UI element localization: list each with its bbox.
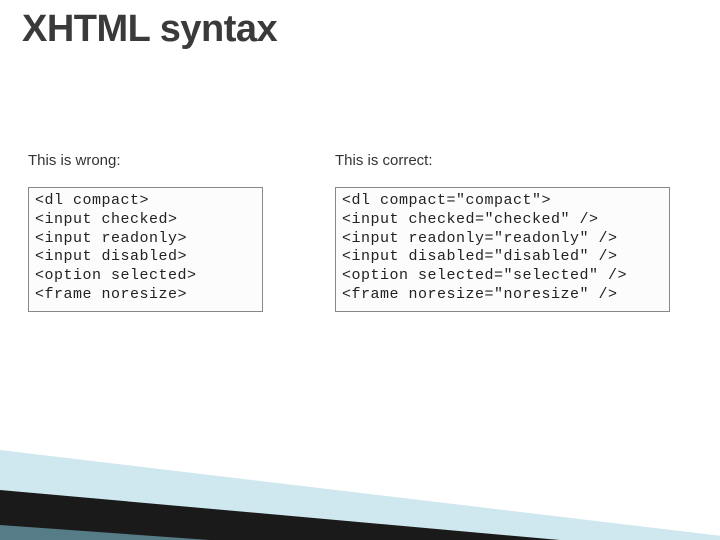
wrong-code-box: <dl compact> <input checked> <input read… (28, 187, 263, 312)
correct-column: This is correct: <dl compact="compact"> … (335, 152, 675, 312)
wrong-label: This is wrong: (28, 152, 298, 169)
code-line: <input disabled="disabled" /> (342, 248, 663, 267)
code-line: <input readonly> (35, 230, 256, 249)
page-title: XHTML syntax (22, 8, 277, 51)
code-line: <dl compact="compact"> (342, 192, 663, 211)
code-line: <input checked> (35, 211, 256, 230)
code-line: <option selected> (35, 267, 256, 286)
code-line: <frame noresize> (35, 286, 256, 305)
slide: XHTML syntax This is wrong: <dl compact>… (0, 0, 720, 540)
wrong-column: This is wrong: <dl compact> <input check… (28, 152, 298, 312)
code-line: <input disabled> (35, 248, 256, 267)
code-line: <frame noresize="noresize" /> (342, 286, 663, 305)
code-line: <dl compact> (35, 192, 256, 211)
decorative-swoosh (0, 370, 720, 540)
correct-label: This is correct: (335, 152, 675, 169)
code-line: <input readonly="readonly" /> (342, 230, 663, 249)
code-line: <input checked="checked" /> (342, 211, 663, 230)
correct-code-box: <dl compact="compact"> <input checked="c… (335, 187, 670, 312)
code-line: <option selected="selected" /> (342, 267, 663, 286)
